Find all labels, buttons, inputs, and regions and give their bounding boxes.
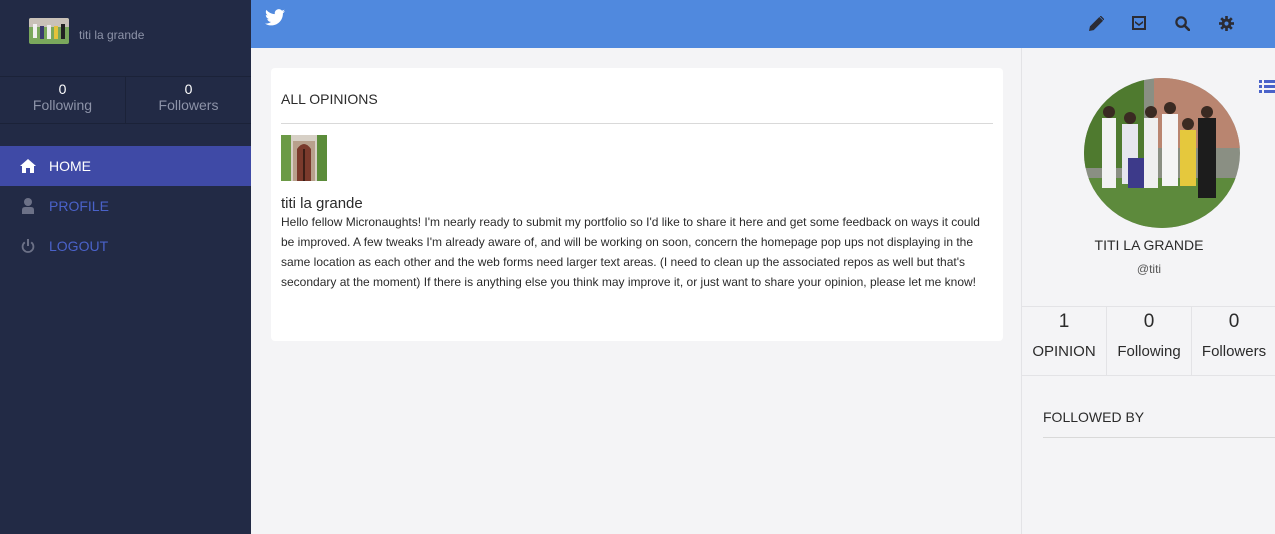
sidebar-user-name[interactable]: titi la grande [79,28,144,42]
sidebar-nav: HOME PROFILE LOGOUT [0,146,251,266]
search-icon[interactable] [1173,14,1191,32]
opinion-author-avatar[interactable] [281,135,327,181]
profile-stats: 1 OPINION 0 Following 0 Followers [1022,306,1275,376]
opinion-label: OPINION [1032,343,1096,360]
sidebar: titi la grande 0 Following 0 Followers H… [0,0,251,534]
sidebar-user[interactable]: titi la grande [29,18,144,44]
nav-item-profile[interactable]: PROFILE [0,186,251,226]
opinion-author-name[interactable]: titi la grande [281,195,363,212]
opinion-text: Hello fellow Micronaughts! I'm nearly re… [281,215,980,289]
stat-followers[interactable]: 0 Followers [1192,307,1275,375]
top-bar [251,0,1275,48]
stat-following[interactable]: 0 Following [1107,307,1192,375]
opinion-count: 1 [1058,311,1070,332]
profile-avatar[interactable] [1084,78,1240,228]
followers-count: 0 [1228,311,1240,332]
feed-title: ALL OPINIONS [281,91,378,107]
inbox-icon[interactable] [1130,14,1148,32]
nav-item-logout[interactable]: LOGOUT [0,226,251,266]
nav-item-label: HOME [49,158,91,174]
home-icon [19,157,37,175]
nav-item-label: LOGOUT [49,238,109,254]
power-icon [19,237,37,255]
pencil-icon[interactable] [1087,14,1105,32]
opinions-card: ALL OPINIONS titi la grande Hello fellow… [271,68,1003,341]
following-count: 0 [58,81,67,97]
sidebar-stats: 0 Following 0 Followers [0,76,251,124]
gear-icon[interactable] [1217,14,1235,32]
divider [1043,437,1275,438]
profile-panel: TITI LA GRANDE @titi 1 OPINION 0 Followi… [1021,48,1275,534]
following-label: Following [1117,343,1181,360]
sidebar-avatar[interactable] [29,18,69,44]
followers-label: Followers [158,97,219,113]
profile-name: TITI LA GRANDE [1094,237,1204,253]
sidebar-followers-stat[interactable]: 0 Followers [126,77,251,123]
twitter-icon[interactable] [265,9,285,31]
list-icon[interactable] [1259,79,1275,99]
followed-by-title: FOLLOWED BY [1043,409,1145,425]
profile-handle: @titi [1136,262,1162,276]
sidebar-following-stat[interactable]: 0 Following [0,77,126,123]
followers-count: 0 [184,81,193,97]
following-count: 0 [1143,311,1155,332]
following-label: Following [32,97,93,113]
nav-item-home[interactable]: HOME [0,146,251,186]
divider [281,123,993,124]
user-icon [19,197,37,215]
nav-item-label: PROFILE [49,198,109,214]
followers-label: Followers [1201,343,1267,360]
stat-opinion[interactable]: 1 OPINION [1022,307,1107,375]
